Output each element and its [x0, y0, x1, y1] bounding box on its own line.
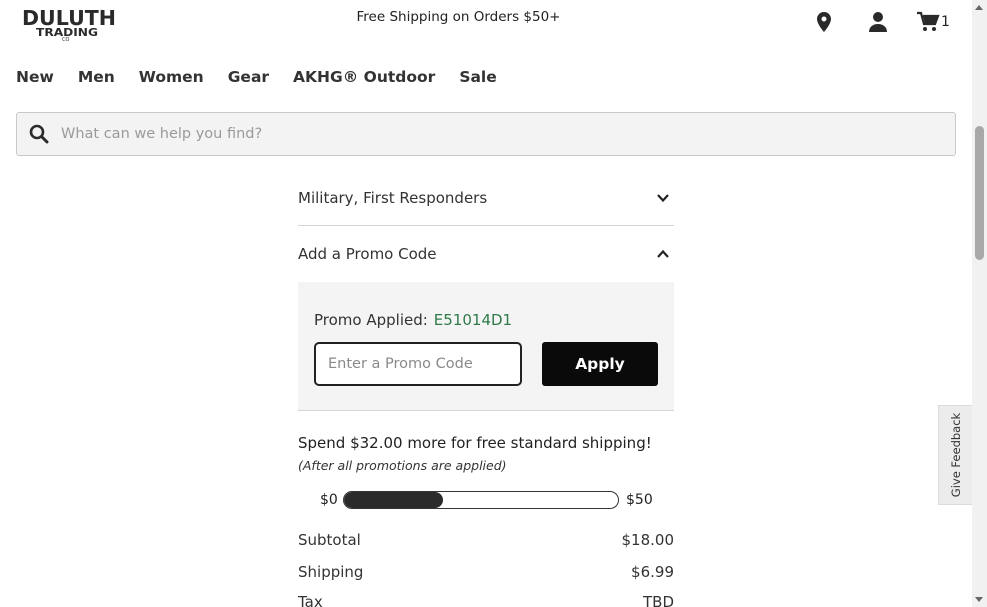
- summary-row-tax: Tax TBD: [298, 593, 674, 607]
- accordion-promo-code[interactable]: Add a Promo Code: [298, 226, 674, 282]
- search-icon[interactable]: [29, 124, 49, 144]
- summary-row-shipping: Shipping $6.99: [298, 563, 674, 585]
- order-summary-panel: Military, First Responders Add a Promo C…: [298, 170, 674, 607]
- apply-promo-button[interactable]: Apply: [542, 342, 658, 386]
- progress-min-label: $0: [320, 492, 338, 508]
- give-feedback-label: Give Feedback: [948, 412, 963, 498]
- search-input[interactable]: [61, 115, 941, 153]
- tax-label: Tax: [298, 593, 323, 607]
- subtotal-label: Subtotal: [298, 531, 361, 549]
- nav-item-sale[interactable]: Sale: [459, 68, 496, 86]
- nav-item-new[interactable]: New: [16, 68, 54, 86]
- cart-icon[interactable]: [916, 10, 940, 34]
- nav-item-women[interactable]: Women: [139, 68, 204, 86]
- scroll-up-arrow-icon[interactable]: [975, 5, 983, 10]
- accordion-military-first-responders[interactable]: Military, First Responders: [298, 170, 674, 226]
- give-feedback-tab[interactable]: Give Feedback: [938, 405, 972, 505]
- free-shipping-progress-bar: [343, 491, 619, 509]
- scrollbar-thumb[interactable]: [975, 126, 984, 260]
- accordion-military-label: Military, First Responders: [298, 189, 488, 207]
- cart-count-badge: 1: [941, 14, 950, 30]
- shipping-label: Shipping: [298, 563, 364, 581]
- search-bar: [16, 112, 956, 156]
- main-nav: New Men Women Gear AKHG® Outdoor Sale: [16, 68, 521, 86]
- promo-applied-text: Promo Applied: E51014D1: [314, 311, 512, 329]
- promo-code-input[interactable]: [314, 342, 522, 386]
- nav-item-gear[interactable]: Gear: [228, 68, 269, 86]
- account-icon[interactable]: [866, 10, 890, 34]
- logo-line-3: CO: [62, 37, 69, 42]
- shipping-value: $6.99: [631, 563, 674, 581]
- free-shipping-banner: Free Shipping on Orders $50+: [356, 9, 561, 25]
- location-icon[interactable]: [812, 10, 836, 34]
- promo-applied-label: Promo Applied:: [314, 311, 428, 329]
- scroll-down-arrow-icon[interactable]: [975, 597, 983, 602]
- nav-item-men[interactable]: Men: [78, 68, 115, 86]
- tax-value: TBD: [642, 593, 674, 607]
- free-shipping-note: (After all promotions are applied): [298, 458, 507, 473]
- subtotal-value: $18.00: [621, 531, 675, 549]
- progress-max-label: $50: [626, 492, 653, 508]
- free-shipping-threshold-message: Spend $32.00 more for free standard ship…: [298, 434, 652, 452]
- chevron-up-icon: [656, 246, 670, 260]
- promo-code-panel: Promo Applied: E51014D1 Apply: [298, 282, 674, 411]
- chevron-down-icon: [656, 190, 670, 204]
- page-scrollbar[interactable]: [972, 0, 987, 607]
- site-header: DULUTH TRADING CO Free Shipping on Order…: [0, 0, 972, 52]
- promo-applied-code: E51014D1: [433, 311, 513, 329]
- nav-item-akhg-outdoor[interactable]: AKHG® Outdoor: [293, 68, 435, 86]
- summary-row-subtotal: Subtotal $18.00: [298, 531, 674, 553]
- progress-fill: [344, 492, 443, 508]
- accordion-promo-label: Add a Promo Code: [298, 245, 437, 263]
